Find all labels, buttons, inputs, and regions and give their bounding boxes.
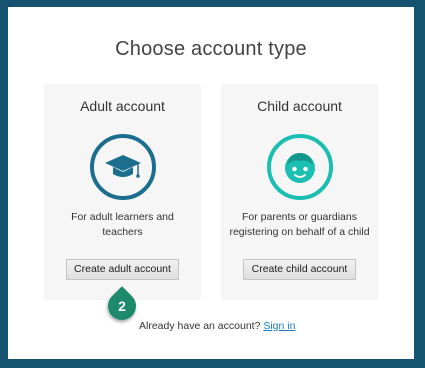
signin-prompt-text: Already have an account?: [139, 320, 261, 332]
signin-link[interactable]: Sign in: [263, 320, 295, 332]
page-title: Choose account type: [115, 38, 307, 60]
child-account-panel: Child account For parents or guardians r…: [221, 84, 378, 300]
step-marker-number: 2: [118, 298, 126, 314]
account-type-dialog: Choose account type Adult account For ad…: [8, 7, 414, 359]
signin-prompt: Already have an account? Sign in: [139, 320, 295, 332]
adult-account-panel: Adult account For adult learners and tea…: [44, 84, 201, 300]
child-account-description: For parents or guardians registering on …: [229, 211, 370, 238]
adult-account-title: Adult account: [80, 98, 165, 114]
graduation-cap-icon: [89, 134, 156, 200]
adult-account-description: For adult learners and teachers: [71, 211, 174, 238]
create-adult-account-button[interactable]: Create adult account: [66, 259, 179, 280]
create-child-account-button[interactable]: Create child account: [243, 259, 356, 280]
child-account-title: Child account: [257, 98, 342, 114]
child-face-icon: [266, 134, 333, 200]
